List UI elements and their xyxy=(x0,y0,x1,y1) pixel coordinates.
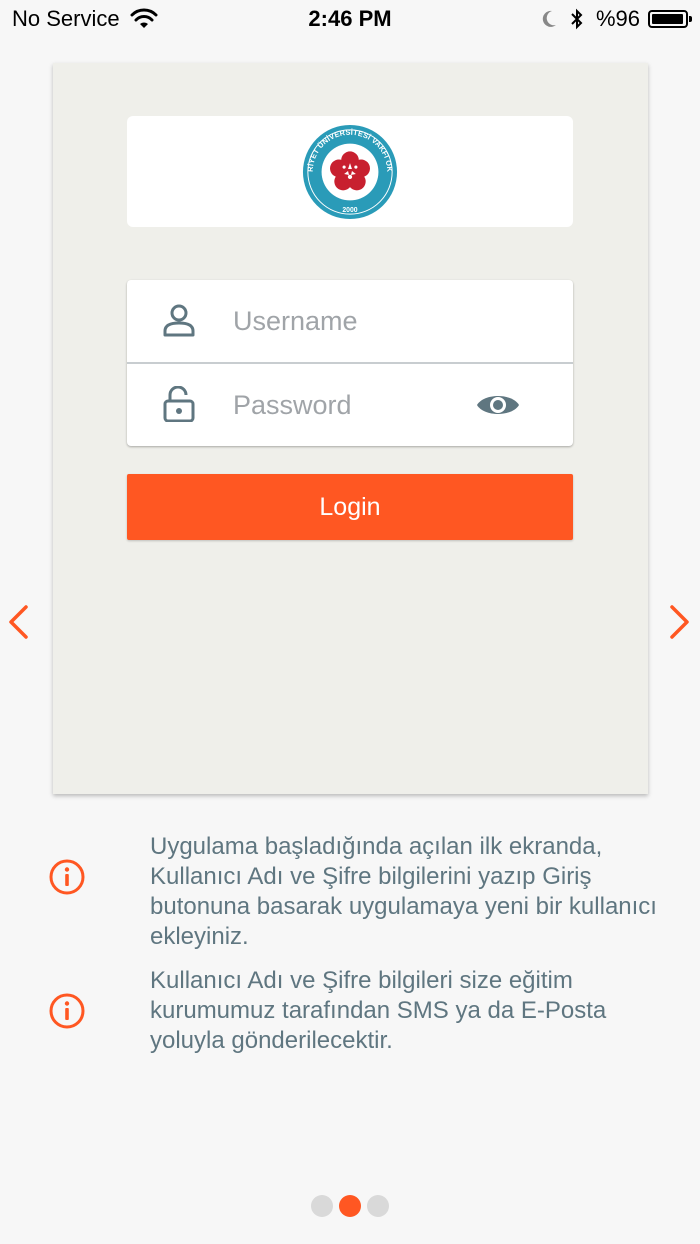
chevron-left-icon[interactable] xyxy=(6,604,30,640)
info-text: Uygulama başladığında açılan ilk ekranda… xyxy=(150,833,657,950)
carrier-label: No Service xyxy=(12,6,120,31)
moon-icon xyxy=(542,10,556,27)
page-dot[interactable] xyxy=(339,1195,361,1217)
logo-year: 2000 xyxy=(342,207,357,214)
status-right: %96 xyxy=(540,6,692,32)
status-bar: No Service 2:46 PM %96 xyxy=(0,0,700,40)
password-row xyxy=(127,364,573,446)
eye-icon[interactable] xyxy=(475,388,521,422)
username-row xyxy=(127,280,573,364)
lock-icon xyxy=(163,386,195,422)
user-icon xyxy=(163,304,195,337)
login-form xyxy=(127,280,573,446)
status-left: No Service xyxy=(12,6,158,32)
username-input[interactable] xyxy=(231,298,465,344)
bluetooth-icon xyxy=(571,8,583,30)
chevron-right-icon[interactable] xyxy=(668,604,692,640)
login-button[interactable]: Login xyxy=(127,474,573,540)
school-logo: CUMHURİYET ÜNİVERSİTESİ VAKFI OKULLARI 2… xyxy=(301,123,398,219)
info-text: Kullanıcı Adı ve Şifre bilgileri size eğ… xyxy=(150,967,607,1054)
wifi-icon xyxy=(130,8,158,28)
page-indicator xyxy=(0,1195,700,1217)
info-icon xyxy=(49,993,85,1029)
page-dot[interactable] xyxy=(367,1195,389,1217)
password-input[interactable] xyxy=(231,382,465,428)
logo-container: CUMHURİYET ÜNİVERSİTESİ VAKFI OKULLARI 2… xyxy=(127,116,573,227)
battery-fill xyxy=(652,14,683,24)
info-icon xyxy=(49,859,85,895)
page-dot[interactable] xyxy=(311,1195,333,1217)
battery-icon xyxy=(648,10,692,28)
login-card: CUMHURİYET ÜNİVERSİTESİ VAKFI OKULLARI 2… xyxy=(53,63,648,794)
battery-percent: %96 xyxy=(595,6,640,31)
